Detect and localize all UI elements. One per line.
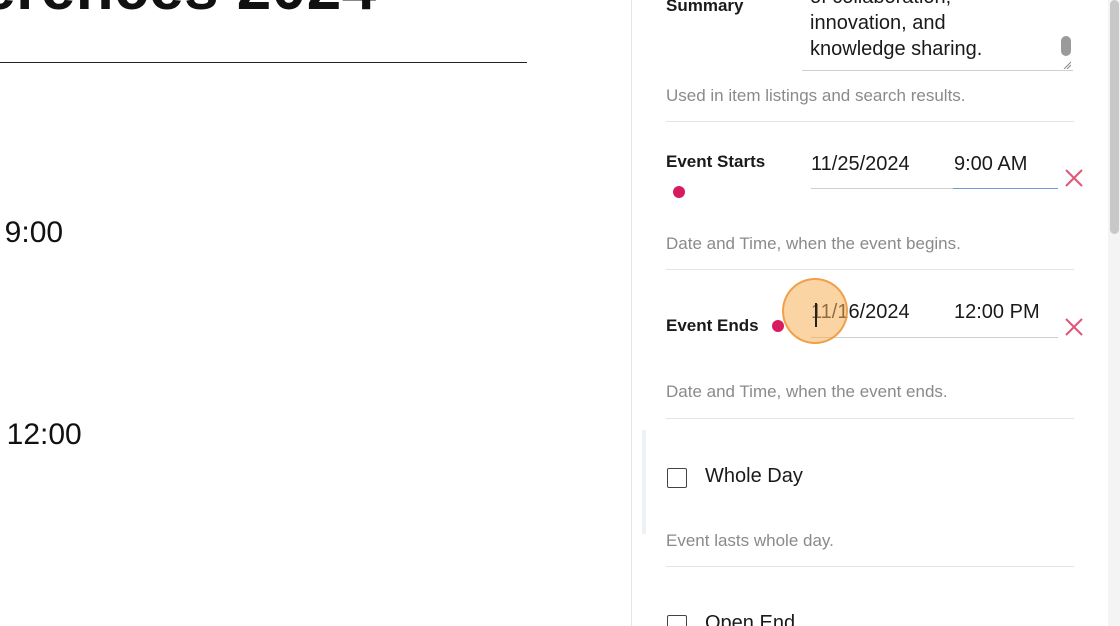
event-ends-time-input[interactable]: 12:00 PM <box>954 301 1040 324</box>
whole-day-label[interactable]: Whole Day <box>705 465 803 488</box>
event-ends-label: Event Ends <box>666 316 759 335</box>
textarea-scrollbar[interactable] <box>1061 36 1071 56</box>
close-icon[interactable] <box>1063 167 1085 189</box>
summary-label: Summary <box>666 0 744 15</box>
date-underline <box>811 188 953 189</box>
sidebar-scrollbar[interactable] <box>1108 0 1120 626</box>
text-cursor <box>815 303 817 327</box>
time-underline-focused <box>953 188 1058 189</box>
event-starts-time-input[interactable]: 9:00 AM <box>954 153 1027 176</box>
open-end-checkbox[interactable] <box>667 615 687 626</box>
divider <box>666 121 1074 122</box>
required-dot-icon <box>673 186 685 198</box>
event-starts-date-input[interactable]: 11/25/2024 <box>811 153 910 176</box>
event-end-text: t 12:00 <box>0 418 82 451</box>
app-window: ferences 2024 t 9:00 t 12:00 Summary of … <box>0 0 1120 626</box>
event-starts-help: Date and Time, when the event begins. <box>666 234 961 253</box>
divider <box>666 566 1074 567</box>
sidebar-scroll-thumb[interactable] <box>1110 0 1119 234</box>
edit-sidebar: Summary of collaboration, innovation, an… <box>631 0 1120 626</box>
event-ends-help: Date and Time, when the event ends. <box>666 382 948 401</box>
whole-day-help: Event lasts whole day. <box>666 531 834 550</box>
resize-handle-icon[interactable] <box>1063 61 1071 69</box>
title-underline <box>0 62 527 63</box>
required-dot-icon <box>772 320 784 332</box>
section-marker <box>642 430 646 534</box>
open-end-label[interactable]: Open End <box>705 612 795 626</box>
summary-textarea[interactable]: of collaboration, innovation, and knowle… <box>802 0 1073 71</box>
summary-help: Used in item listings and search results… <box>666 86 966 105</box>
event-start-text: t 9:00 <box>0 216 64 249</box>
summary-text: of collaboration, innovation, and knowle… <box>810 0 983 60</box>
document-title: ferences 2024 <box>0 0 377 20</box>
content-preview: ferences 2024 t 9:00 t 12:00 <box>0 0 632 626</box>
event-starts-label: Event Starts <box>666 152 766 171</box>
date-time-underline <box>811 337 1058 338</box>
close-icon[interactable] <box>1063 316 1085 338</box>
whole-day-checkbox[interactable] <box>667 468 687 488</box>
divider <box>666 418 1074 419</box>
divider <box>666 269 1074 270</box>
